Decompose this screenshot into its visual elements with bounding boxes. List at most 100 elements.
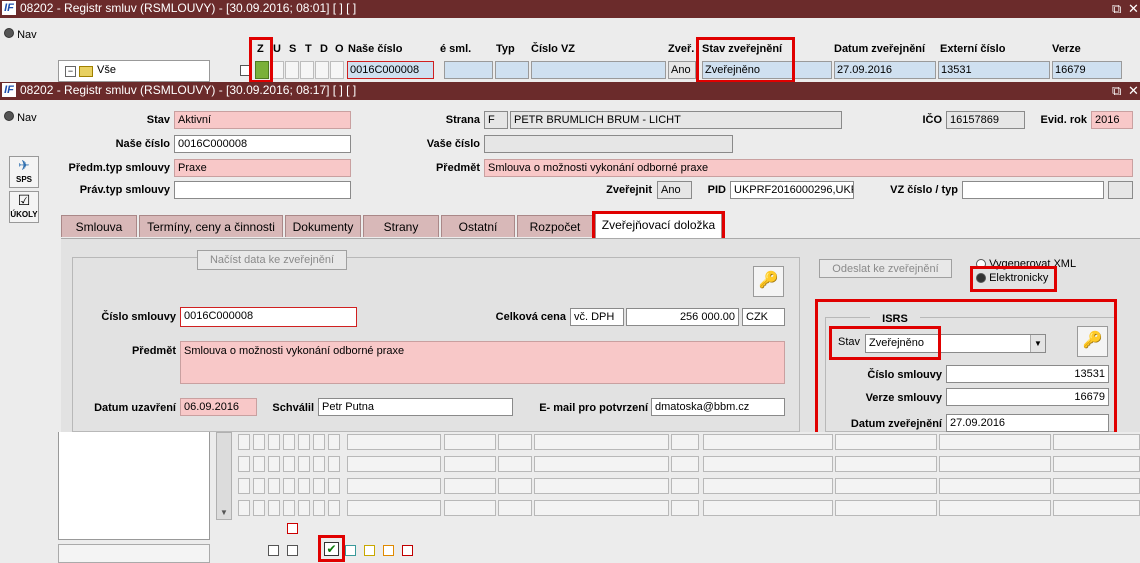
bottom-grid-cell[interactable] [268, 500, 280, 516]
tab-terminy[interactable]: Termíny, ceny a činnosti [139, 215, 283, 237]
bottom-grid-cell[interactable] [283, 500, 295, 516]
bottom-grid-cell[interactable] [253, 434, 265, 450]
bottom-grid-cell[interactable] [671, 500, 699, 516]
bottom-grid-cell[interactable] [534, 456, 669, 472]
load-data-button[interactable]: Načíst data ke zveřejnění [197, 250, 347, 270]
ukoly-button[interactable]: ☑ ÚKOLY [9, 191, 39, 223]
bottom-grid-cell[interactable] [671, 478, 699, 494]
bottom-grid-cell[interactable] [444, 500, 496, 516]
send-publish-button[interactable]: Odeslat ke zveřejnění [819, 259, 952, 278]
bottom-grid-cell[interactable] [313, 500, 325, 516]
close-icon[interactable]: ✕ [1128, 0, 1139, 17]
bottom-grid-cell[interactable] [298, 478, 310, 494]
bottom-grid-cell[interactable] [347, 434, 441, 450]
predm-typ-field[interactable]: Praxe [174, 159, 351, 177]
prav-typ-field[interactable] [174, 181, 351, 199]
bottom-grid-cell[interactable] [313, 456, 325, 472]
bottom-checkbox-orange[interactable] [383, 545, 394, 556]
bottom-grid-cell[interactable] [444, 434, 496, 450]
bottom-grid-cell[interactable] [298, 434, 310, 450]
vase-cislo-field[interactable] [484, 135, 733, 153]
bottom-grid-cell[interactable] [835, 500, 937, 516]
sml-cell[interactable] [444, 61, 493, 79]
publish-key-button[interactable]: 🔑 [753, 266, 784, 297]
bottom-grid-cell[interactable] [328, 500, 340, 516]
cislo-vz-cell[interactable] [531, 61, 666, 79]
bottom-grid-cell[interactable] [835, 478, 937, 494]
bottom-grid-cell[interactable] [498, 478, 532, 494]
datum-uzavreni-field[interactable]: 06.09.2016 [180, 398, 257, 416]
bottom-grid-cell[interactable] [268, 434, 280, 450]
bottom-grid-cell[interactable] [298, 456, 310, 472]
bottom-checkbox-yellow[interactable] [364, 545, 375, 556]
d-cell[interactable] [315, 61, 329, 79]
bottom-grid-cell[interactable] [671, 456, 699, 472]
bottom-grid-cell[interactable] [1053, 434, 1140, 450]
bottom-grid-cell[interactable] [238, 478, 250, 494]
bottom-grid-cell[interactable] [703, 500, 833, 516]
bottom-grid-cell[interactable] [939, 456, 1051, 472]
bottom-grid-cell[interactable] [268, 456, 280, 472]
o-cell[interactable] [330, 61, 344, 79]
evid-rok-field[interactable]: 2016 [1091, 111, 1133, 129]
bottom-grid-cell[interactable] [238, 456, 250, 472]
bottom-checkbox-red[interactable] [402, 545, 413, 556]
tab-smlouva[interactable]: Smlouva [61, 215, 137, 237]
tab-dokumenty[interactable]: Dokumenty [285, 215, 361, 237]
tab-ostatni[interactable]: Ostatní [441, 215, 515, 237]
detail-restore-icon[interactable]: ⧉ [1112, 82, 1121, 99]
bottom-grid-cell[interactable] [671, 434, 699, 450]
zver-cell[interactable]: Ano [668, 61, 696, 79]
bottom-grid-cell[interactable] [347, 478, 441, 494]
bottom-grid-cell[interactable] [534, 500, 669, 516]
bottom-grid-cell[interactable] [703, 434, 833, 450]
bottom-grid-cell[interactable] [444, 456, 496, 472]
verze-cell[interactable]: 16679 [1052, 61, 1122, 79]
bottom-grid-cell[interactable] [298, 500, 310, 516]
bottom-grid-cell[interactable] [253, 478, 265, 494]
detail-nav-radio[interactable]: Nav [4, 111, 54, 125]
bottom-grid-cell[interactable] [1053, 478, 1140, 494]
bottom-grid-cell[interactable] [939, 500, 1051, 516]
typ-cell[interactable] [495, 61, 529, 79]
nav-radio[interactable]: Nav [4, 28, 54, 42]
bottom-grid-cell[interactable] [498, 434, 532, 450]
bottom-grid-cell[interactable] [313, 434, 325, 450]
sps-button[interactable]: ✈ SPS [9, 156, 39, 188]
bottom-grid-cell[interactable] [313, 478, 325, 494]
tab-strany[interactable]: Strany [363, 215, 439, 237]
bottom-grid-cell[interactable] [534, 478, 669, 494]
cena-field[interactable]: 256 000.00 [626, 308, 739, 326]
bottom-grid-cell[interactable] [498, 456, 532, 472]
tree-panel[interactable]: − Vše [58, 60, 210, 82]
nase-cislo-cell[interactable]: 0016C000008 [347, 61, 434, 79]
tab-rozpocet[interactable]: Rozpočet [517, 215, 593, 237]
bottom-grid-cell[interactable] [703, 456, 833, 472]
bottom-grid-cell[interactable] [283, 478, 295, 494]
bottom-checkbox-c[interactable] [287, 545, 298, 556]
tree-expand-icon[interactable]: − [65, 66, 76, 77]
bottom-grid-cell[interactable] [498, 500, 532, 516]
strana-code-field[interactable]: F [484, 111, 508, 129]
bottom-checkbox-teal[interactable] [345, 545, 356, 556]
bottom-grid-cell[interactable] [253, 500, 265, 516]
bottom-grid-cell[interactable] [1053, 500, 1140, 516]
bottom-grid-cell[interactable] [238, 434, 250, 450]
predmet-publish-field[interactable]: Smlouva o možnosti vykonání odborné prax… [180, 341, 785, 384]
bottom-grid-cell[interactable] [939, 434, 1051, 450]
cislo-smlouvy-field[interactable]: 0016C000008 [180, 307, 357, 327]
pid-field[interactable]: UKPRF2016000296,UKPI [730, 181, 854, 199]
bottom-grid-cell[interactable] [1053, 456, 1140, 472]
bottom-grid-cell[interactable] [328, 434, 340, 450]
stav-field[interactable]: Aktivní [174, 111, 351, 129]
bottom-grid-cell[interactable] [238, 500, 250, 516]
bottom-grid-cell[interactable] [703, 478, 833, 494]
bottom-checkbox-b[interactable] [268, 545, 279, 556]
schvalil-field[interactable]: Petr Putna [318, 398, 513, 416]
bottom-grid-cell[interactable] [347, 500, 441, 516]
detail-close-icon[interactable]: ✕ [1128, 82, 1139, 99]
cena-dph-field[interactable]: vč. DPH [570, 308, 624, 326]
bottom-grid-cell[interactable] [444, 478, 496, 494]
bottom-grid-cell[interactable] [283, 434, 295, 450]
s-cell[interactable] [285, 61, 299, 79]
